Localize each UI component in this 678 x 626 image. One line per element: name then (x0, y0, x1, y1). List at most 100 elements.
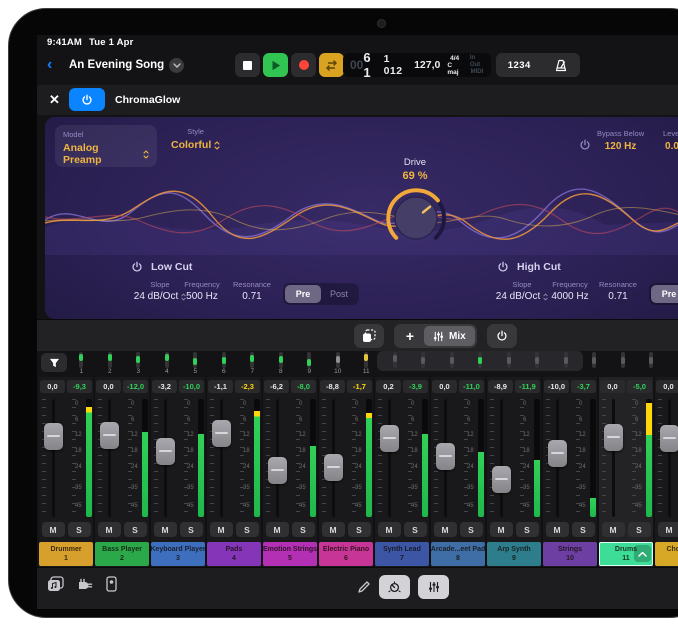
add-channel-button[interactable]: + (396, 326, 424, 346)
track-tile[interactable]: Emotion Strings5 (263, 542, 317, 566)
overview-slot[interactable]: 9 (295, 351, 324, 377)
low-cut-pre-button[interactable]: Pre (285, 285, 321, 303)
pan-value[interactable]: 0,0 (96, 380, 121, 393)
pan-value[interactable]: -10,0 (544, 380, 569, 393)
overview-slot[interactable] (637, 351, 666, 377)
overview-slot[interactable] (466, 351, 495, 377)
solo-button[interactable]: S (68, 522, 91, 537)
faders-view-button[interactable] (418, 575, 449, 599)
pan-value[interactable]: -8,9 (488, 380, 513, 393)
fader-handle[interactable] (604, 424, 623, 451)
fader-handle[interactable] (324, 454, 343, 481)
pan-value[interactable]: -8,8 (320, 380, 345, 393)
overview-slot[interactable]: 8 (267, 351, 296, 377)
mute-button[interactable]: M (42, 522, 65, 537)
pencil-icon[interactable] (357, 580, 371, 594)
level-value[interactable]: -1,7 (347, 380, 372, 393)
level-value[interactable]: -11,0 (459, 380, 484, 393)
stop-button[interactable] (235, 53, 260, 77)
low-cut-frequency[interactable]: Frequency 500 Hz (173, 280, 231, 302)
fader-handle[interactable] (156, 438, 175, 465)
pan-value[interactable]: 0,0 (40, 380, 65, 393)
drive-knob[interactable] (383, 185, 449, 251)
overview-slot[interactable]: 4 (153, 351, 182, 377)
song-menu-chevron-icon[interactable] (169, 58, 184, 73)
mute-button[interactable]: M (378, 522, 401, 537)
level-value[interactable]: -5,0 (627, 380, 652, 393)
high-cut-resonance[interactable]: Resonance 0.71 (593, 280, 643, 302)
level-value[interactable]: -9,3 (67, 380, 92, 393)
mute-button[interactable]: M (210, 522, 233, 537)
level-value[interactable]: -12,0 (123, 380, 148, 393)
overview-slot[interactable]: 6 (210, 351, 239, 377)
mute-button[interactable]: M (98, 522, 121, 537)
overview-slot[interactable]: 11 (352, 351, 381, 377)
high-cut-frequency[interactable]: Frequency 4000 Hz (541, 280, 599, 302)
track-tile[interactable]: Strings10 (543, 542, 597, 566)
solo-button[interactable]: S (124, 522, 147, 537)
solo-button[interactable]: S (348, 522, 371, 537)
bypass-power-icon[interactable] (579, 139, 591, 151)
track-tile[interactable]: Arp Synth9 (487, 542, 541, 566)
overview-slot[interactable] (666, 351, 678, 377)
filter-button[interactable] (41, 353, 67, 372)
mute-button[interactable]: M (434, 522, 457, 537)
track-tile[interactable]: Pads4 (207, 542, 261, 566)
song-title[interactable]: An Evening Song (69, 59, 164, 71)
channel-power-button[interactable] (487, 324, 517, 348)
track-tile[interactable]: Arcade...eet Pad8 (431, 542, 485, 566)
browser-icon[interactable] (47, 576, 64, 592)
solo-button[interactable]: S (404, 522, 427, 537)
overview-slot[interactable] (438, 351, 467, 377)
mix-view-button[interactable]: Mix (424, 326, 475, 346)
low-cut-power-icon[interactable] (131, 261, 143, 273)
track-tile[interactable]: Synth Lead7 (375, 542, 429, 566)
track-tile[interactable]: Drummer1 (39, 542, 93, 566)
fader-panel-icon[interactable] (106, 576, 117, 592)
overview-slot[interactable] (552, 351, 581, 377)
level-value[interactable]: -10,0 (179, 380, 204, 393)
track-tile[interactable]: Chorus V12 (655, 542, 678, 566)
pan-value[interactable]: -6,2 (264, 380, 289, 393)
solo-button[interactable]: S (516, 522, 539, 537)
mute-button[interactable]: M (490, 522, 513, 537)
overview-slot[interactable] (381, 351, 410, 377)
overview-slot[interactable]: 3 (124, 351, 153, 377)
metronome-icon[interactable] (554, 59, 568, 72)
close-plugin-icon[interactable]: ✕ (49, 92, 60, 108)
overview-slot[interactable]: 7 (238, 351, 267, 377)
overview-slot[interactable] (523, 351, 552, 377)
mute-button[interactable]: M (322, 522, 345, 537)
track-tile[interactable]: Electric Piano6 (319, 542, 373, 566)
overview-slot[interactable]: 2 (96, 351, 125, 377)
count-in-button[interactable]: 1234 (508, 60, 531, 71)
level-value[interactable]: -11,9 (515, 380, 540, 393)
track-tile[interactable]: Drums11 (599, 542, 653, 566)
overview-slot[interactable]: 1 (67, 351, 96, 377)
low-cut-post-button[interactable]: Post (321, 285, 357, 303)
level-control[interactable]: Level 0.0 (663, 129, 678, 152)
plugin-power-button[interactable] (69, 88, 105, 111)
solo-button[interactable]: S (292, 522, 315, 537)
level-value[interactable]: -3,9 (403, 380, 428, 393)
mute-button[interactable]: M (602, 522, 625, 537)
fader-handle[interactable] (100, 422, 119, 449)
level-value[interactable]: -8,0 (291, 380, 316, 393)
play-button[interactable] (263, 53, 288, 77)
plugin-plug-icon[interactable] (77, 577, 93, 592)
level-value[interactable]: -3,7 (571, 380, 596, 393)
high-cut-pre-button[interactable]: Pre (651, 285, 678, 303)
fader-handle[interactable] (380, 425, 399, 452)
fader-handle[interactable] (492, 466, 511, 493)
high-cut-power-icon[interactable] (497, 261, 509, 273)
mute-button[interactable]: M (546, 522, 569, 537)
style-selector[interactable]: Style Colorful (171, 127, 220, 151)
solo-button[interactable]: S (628, 522, 651, 537)
controls-view-button[interactable] (379, 575, 410, 599)
mute-button[interactable]: M (154, 522, 177, 537)
level-value[interactable]: -2,3 (235, 380, 260, 393)
mute-button[interactable]: M (266, 522, 289, 537)
pan-value[interactable]: 0,2 (376, 380, 401, 393)
fader-handle[interactable] (212, 420, 231, 447)
pan-value[interactable]: 0,0 (656, 380, 678, 393)
